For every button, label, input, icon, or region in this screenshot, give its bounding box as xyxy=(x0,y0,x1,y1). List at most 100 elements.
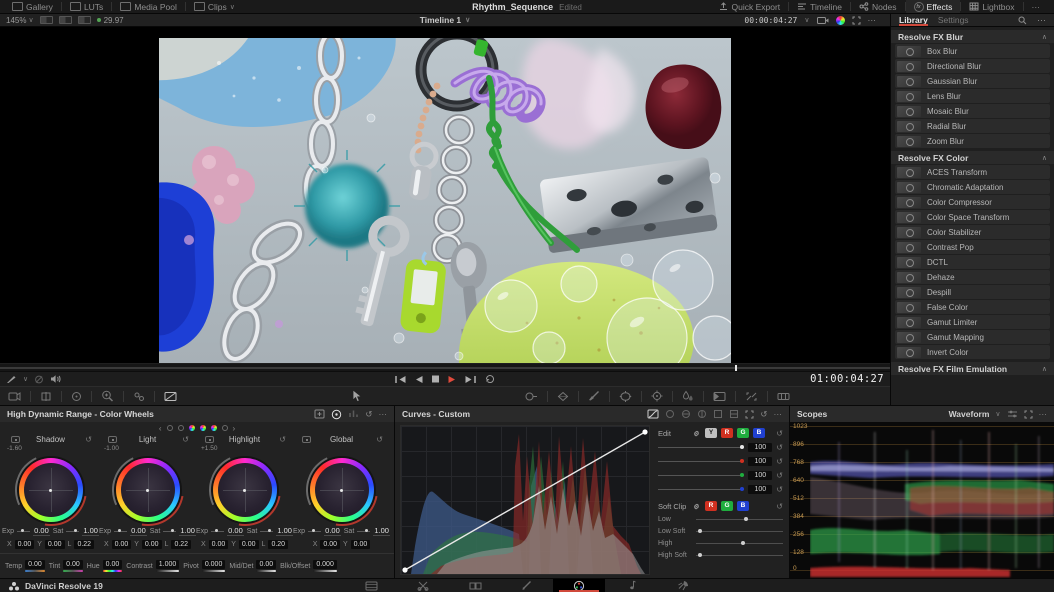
contrast-value[interactable]: 1.000 xyxy=(156,560,180,569)
blue-channel-button[interactable]: B xyxy=(753,428,765,438)
deliver-page-button[interactable] xyxy=(657,579,709,592)
exp-value[interactable]: 0.00 xyxy=(130,526,147,536)
cut-page-button[interactable] xyxy=(397,579,449,592)
luma-gain-value[interactable]: 100 xyxy=(748,443,772,452)
reference-wipe-icon[interactable] xyxy=(164,391,177,402)
low-slider[interactable] xyxy=(696,517,783,522)
pager-dot[interactable] xyxy=(167,425,173,431)
luts-button[interactable]: LUTs xyxy=(62,0,111,13)
x-value[interactable]: 0.00 xyxy=(209,540,229,549)
chevron-down-icon[interactable]: ∨ xyxy=(995,410,1000,418)
sat-slider[interactable] xyxy=(357,529,370,534)
pager-dot-active[interactable] xyxy=(211,425,217,431)
more-icon[interactable]: ··· xyxy=(1039,409,1048,419)
stop-button[interactable] xyxy=(432,375,440,383)
pager-dot-active[interactable] xyxy=(189,425,195,431)
y-value[interactable]: 0.00 xyxy=(45,540,65,549)
tab-settings[interactable]: Settings xyxy=(938,14,969,26)
add-zone-icon[interactable] xyxy=(314,409,325,419)
lightbox-button[interactable]: Lightbox xyxy=(961,0,1022,13)
fx-item-color-space-transform[interactable]: Color Space Transform xyxy=(895,210,1050,224)
fairlight-page-button[interactable] xyxy=(605,579,657,592)
soft-clip-green-button[interactable]: G xyxy=(721,501,733,511)
wheels-mode-icon[interactable] xyxy=(331,409,342,420)
unmix-icon[interactable] xyxy=(34,375,44,384)
curve-graph[interactable] xyxy=(400,425,650,575)
quick-export-button[interactable]: Quick Export xyxy=(711,0,788,13)
expand-icon[interactable] xyxy=(1024,410,1033,419)
link-icon[interactable] xyxy=(692,429,701,438)
reset-icon[interactable]: ↺ xyxy=(776,471,783,480)
media-pool-button[interactable]: Media Pool xyxy=(112,0,185,13)
reset-icon[interactable]: ↺ xyxy=(279,435,286,444)
audio-icon[interactable] xyxy=(50,374,61,384)
hue-vs-hue-icon[interactable] xyxy=(665,409,675,419)
wipe-modes-icon[interactable] xyxy=(40,391,52,402)
reset-icon[interactable]: ↺ xyxy=(776,457,783,466)
reset-icon[interactable]: ↺ xyxy=(776,502,783,511)
reset-icon[interactable]: ↺ xyxy=(376,435,383,444)
fx-item-box-blur[interactable]: Box Blur xyxy=(895,44,1050,58)
fx-item-contrast-pop[interactable]: Contrast Pop xyxy=(895,240,1050,254)
fx-item-color-stabilizer[interactable]: Color Stabilizer xyxy=(895,225,1050,239)
hue-vs-sat-icon[interactable] xyxy=(681,409,691,419)
pager-dot-active[interactable] xyxy=(200,425,206,431)
exp-value[interactable]: 0.00 xyxy=(33,526,50,536)
high-soft-slider[interactable] xyxy=(696,553,783,558)
section-resolve-fx-color[interactable]: Resolve FX Color ∧ xyxy=(891,151,1054,164)
reset-icon[interactable]: ↺ xyxy=(760,409,767,420)
reset-icon[interactable]: ↺ xyxy=(182,435,189,444)
chevron-down-icon[interactable]: ∨ xyxy=(23,375,28,383)
sat-value[interactable]: 1.00 xyxy=(179,526,196,536)
enhanced-viewer-icon[interactable] xyxy=(78,16,91,24)
lum-vs-sat-icon[interactable] xyxy=(713,409,723,419)
tracker-icon[interactable] xyxy=(651,390,663,402)
x-value[interactable]: 0.00 xyxy=(112,540,132,549)
temp-value[interactable]: 0.00 xyxy=(25,560,45,569)
exp-value[interactable]: 0.00 xyxy=(324,526,341,536)
split-viewer-icon[interactable] xyxy=(59,16,72,24)
fx-item-lens-blur[interactable]: Lens Blur xyxy=(895,89,1050,103)
link-icon[interactable] xyxy=(692,502,701,511)
sat-slider[interactable] xyxy=(66,529,79,534)
l-value[interactable]: 0.22 xyxy=(74,540,94,549)
section-resolve-fx-blur[interactable]: Resolve FX Blur ∧ xyxy=(891,30,1054,43)
fx-item-directional-blur[interactable]: Directional Blur xyxy=(895,59,1050,73)
fx-item-aces-transform[interactable]: ACES Transform xyxy=(895,165,1050,179)
light-zone-icon[interactable] xyxy=(108,436,117,443)
y-value[interactable]: 0.00 xyxy=(239,540,259,549)
green-channel-button[interactable]: G xyxy=(737,428,749,438)
sat-value[interactable]: 1.00 xyxy=(276,526,293,536)
reset-icon[interactable]: ↺ xyxy=(776,443,783,452)
key-tool-icon[interactable] xyxy=(713,391,726,402)
blue-gain-value[interactable]: 100 xyxy=(748,485,772,494)
blue-gain-slider[interactable] xyxy=(658,487,744,492)
green-gain-slider[interactable] xyxy=(658,473,744,478)
bars-mode-icon[interactable] xyxy=(348,409,359,419)
blk-offset-value[interactable]: 0.000 xyxy=(313,560,337,569)
color-management-icon[interactable] xyxy=(836,16,845,25)
fx-item-invert-color[interactable]: Invert Color xyxy=(895,345,1050,359)
pager-forward-icon[interactable]: › xyxy=(233,424,236,433)
play-forward-button[interactable] xyxy=(448,375,457,384)
fx-item-despill[interactable]: Despill xyxy=(895,285,1050,299)
top-more-button[interactable]: ··· xyxy=(1024,0,1049,13)
fx-item-gaussian-blur[interactable]: Gaussian Blur xyxy=(895,74,1050,88)
pager-dot[interactable] xyxy=(222,425,228,431)
reset-icon[interactable]: ↺ xyxy=(776,429,783,438)
more-icon[interactable]: ··· xyxy=(379,409,388,419)
play-reverse-button[interactable] xyxy=(415,375,424,384)
versions-icon[interactable] xyxy=(133,391,145,402)
fx-item-gamut-limiter[interactable]: Gamut Limiter xyxy=(895,315,1050,329)
exp-slider[interactable] xyxy=(308,529,321,534)
sat-value[interactable]: 1.00 xyxy=(373,526,390,536)
more-icon[interactable]: ··· xyxy=(774,409,783,419)
l-value[interactable]: 0.22 xyxy=(171,540,191,549)
exp-slider[interactable] xyxy=(17,529,30,534)
mid-detail-value[interactable]: 0.00 xyxy=(256,560,276,569)
stereo-3d-icon[interactable] xyxy=(777,391,790,402)
timeline-selector[interactable]: Timeline 1∨ xyxy=(420,15,471,25)
green-gain-value[interactable]: 100 xyxy=(748,471,772,480)
viewer-scrub-bar[interactable] xyxy=(0,363,890,371)
qualifier-icon[interactable] xyxy=(588,390,600,402)
